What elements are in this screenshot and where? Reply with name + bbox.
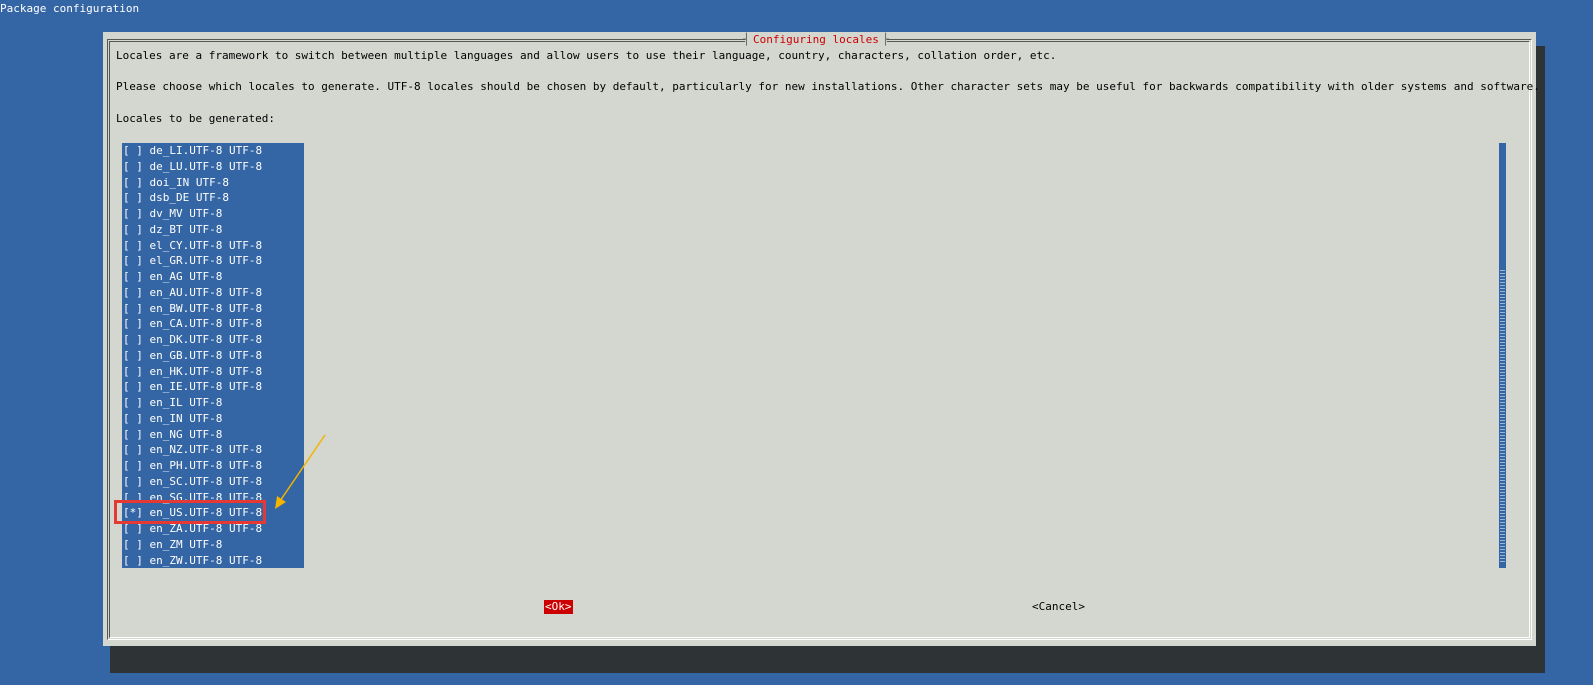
locale-label: en_US.UTF-8 UTF-8 [149, 506, 263, 520]
locale-checkbox[interactable]: [ ] [123, 254, 143, 267]
locale-label: dv_MV UTF-8 [149, 207, 223, 220]
locale-label: en_CA.UTF-8 UTF-8 [149, 317, 263, 331]
locale-checkbox[interactable]: [ ] [123, 365, 143, 378]
list-scrollbar[interactable] [1499, 143, 1506, 568]
locale-label: el_GR.UTF-8 UTF-8 [149, 254, 263, 268]
scrollbar-thumb[interactable] [1500, 270, 1505, 562]
description-choose: Please choose which locales to generate.… [116, 80, 1540, 93]
locale-label: el_CY.UTF-8 UTF-8 [149, 238, 263, 252]
locale-item[interactable]: [ ] en_DK.UTF-8 UTF-8 [122, 332, 304, 348]
locale-config-dialog: Configuring locales Locales are a framew… [103, 32, 1540, 646]
locale-checkbox[interactable]: [ ] [123, 380, 143, 393]
locale-label: en_AU.UTF-8 UTF-8 [149, 285, 263, 299]
locale-checkbox[interactable]: [ ] [123, 302, 143, 315]
locale-item[interactable]: [ ] de_LI.UTF-8 UTF-8 [122, 143, 304, 159]
locale-checkbox[interactable]: [ ] [123, 412, 143, 425]
locale-item[interactable]: [ ] dz_BT UTF-8 [122, 222, 304, 238]
locale-checkbox[interactable]: [ ] [123, 160, 143, 173]
locale-label: en_PH.UTF-8 UTF-8 [149, 459, 263, 472]
ok-button[interactable]: <Ok> [544, 600, 573, 614]
locale-label: en_HK.UTF-8 UTF-8 [149, 364, 263, 378]
locale-item[interactable]: [ ] en_SG.UTF-8 UTF-8 [122, 490, 304, 506]
locale-checkbox[interactable]: [ ] [123, 349, 143, 362]
locale-checkbox[interactable]: [ ] [123, 396, 143, 409]
locale-label: doi_IN UTF-8 [149, 175, 229, 189]
locale-checkbox[interactable]: [ ] [123, 443, 143, 456]
locale-checkbox[interactable]: [ ] [123, 223, 143, 236]
locale-label: en_GB.UTF-8 UTF-8 [149, 348, 263, 362]
cancel-button[interactable]: <Cancel> [1032, 600, 1085, 614]
locale-checkbox[interactable]: [ ] [123, 522, 143, 535]
locale-item[interactable]: [ ] el_GR.UTF-8 UTF-8 [122, 253, 304, 269]
window-title: Package configuration [0, 2, 140, 15]
locale-label: en_NZ.UTF-8 UTF-8 [149, 443, 263, 457]
locale-item[interactable]: [ ] en_ZA.UTF-8 UTF-8 [122, 521, 304, 537]
dialog-title: Configuring locales [743, 33, 889, 47]
locale-checkbox[interactable]: [ ] [123, 239, 143, 252]
locale-item[interactable]: [ ] en_ZW.UTF-8 UTF-8 [122, 553, 304, 569]
locale-item[interactable]: [ ] doi_IN UTF-8 [122, 175, 304, 191]
locale-checkbox[interactable]: [ ] [123, 554, 143, 567]
locale-checkbox[interactable]: [ ] [123, 144, 143, 157]
locale-label: dsb_DE UTF-8 [149, 191, 229, 205]
locale-checkbox[interactable]: [ ] [123, 176, 143, 189]
locale-item[interactable]: [ ] en_IE.UTF-8 UTF-8 [122, 379, 304, 395]
locale-checkbox[interactable]: [ ] [123, 428, 143, 441]
locale-item[interactable]: [ ] en_IL UTF-8 [122, 395, 304, 411]
locale-item[interactable]: [ ] en_CA.UTF-8 UTF-8 [122, 316, 304, 332]
locale-item[interactable]: [ ] en_ZM UTF-8 [122, 537, 304, 553]
locale-label: en_SC.UTF-8 UTF-8 [149, 474, 263, 488]
locale-item[interactable]: [ ] de_LU.UTF-8 UTF-8 [122, 159, 304, 175]
locale-checkbox[interactable]: [ ] [123, 191, 143, 204]
locale-checkbox[interactable]: [ ] [123, 475, 143, 488]
locale-item[interactable]: [ ] en_SC.UTF-8 UTF-8 [122, 474, 304, 490]
locales-list-label: Locales to be generated: [116, 112, 275, 125]
locale-label: en_ZA.UTF-8 UTF-8 [149, 522, 263, 535]
locale-label: en_BW.UTF-8 UTF-8 [149, 301, 263, 315]
locale-item[interactable]: [ ] en_AU.UTF-8 UTF-8 [122, 285, 304, 301]
locale-checkbox[interactable]: [ ] [123, 333, 143, 346]
locale-list[interactable]: [ ] de_LI.UTF-8 UTF-8[ ] de_LU.UTF-8 UTF… [122, 143, 304, 568]
locale-label: en_DK.UTF-8 UTF-8 [149, 333, 263, 346]
locale-item[interactable]: [*] en_US.UTF-8 UTF-8 [122, 505, 304, 521]
locale-label: en_ZW.UTF-8 UTF-8 [149, 553, 263, 567]
locale-label: en_ZM UTF-8 [149, 537, 223, 551]
locale-label: en_IN UTF-8 [149, 411, 223, 425]
dialog-frame [107, 39, 1532, 640]
locale-item[interactable]: [ ] en_IN UTF-8 [122, 411, 304, 427]
locale-item[interactable]: [ ] en_NZ.UTF-8 UTF-8 [122, 442, 304, 458]
locale-label: en_NG UTF-8 [149, 427, 223, 441]
locale-item[interactable]: [ ] en_HK.UTF-8 UTF-8 [122, 364, 304, 380]
locale-label: en_IE.UTF-8 UTF-8 [149, 380, 263, 394]
locale-checkbox[interactable]: [ ] [123, 491, 143, 504]
locale-checkbox[interactable]: [ ] [123, 317, 143, 330]
locale-label: en_SG.UTF-8 UTF-8 [149, 490, 263, 504]
locale-label: en_IL UTF-8 [149, 396, 223, 409]
locale-item[interactable]: [ ] dsb_DE UTF-8 [122, 190, 304, 206]
locale-item[interactable]: [ ] en_NG UTF-8 [122, 427, 304, 443]
locale-checkbox[interactable]: [*] [123, 506, 143, 519]
locale-label: de_LI.UTF-8 UTF-8 [149, 144, 263, 157]
description-intro: Locales are a framework to switch betwee… [116, 49, 1057, 62]
locale-item[interactable]: [ ] en_PH.UTF-8 UTF-8 [122, 458, 304, 474]
locale-checkbox[interactable]: [ ] [123, 286, 143, 299]
locale-label: dz_BT UTF-8 [149, 222, 223, 236]
locale-checkbox[interactable]: [ ] [123, 270, 143, 283]
locale-item[interactable]: [ ] el_CY.UTF-8 UTF-8 [122, 238, 304, 254]
locale-checkbox[interactable]: [ ] [123, 538, 143, 551]
locale-label: de_LU.UTF-8 UTF-8 [149, 159, 263, 173]
locale-item[interactable]: [ ] dv_MV UTF-8 [122, 206, 304, 222]
locale-item[interactable]: [ ] en_BW.UTF-8 UTF-8 [122, 301, 304, 317]
locale-item[interactable]: [ ] en_GB.UTF-8 UTF-8 [122, 348, 304, 364]
locale-checkbox[interactable]: [ ] [123, 459, 143, 472]
locale-item[interactable]: [ ] en_AG UTF-8 [122, 269, 304, 285]
locale-label: en_AG UTF-8 [149, 270, 223, 283]
locale-checkbox[interactable]: [ ] [123, 207, 143, 220]
